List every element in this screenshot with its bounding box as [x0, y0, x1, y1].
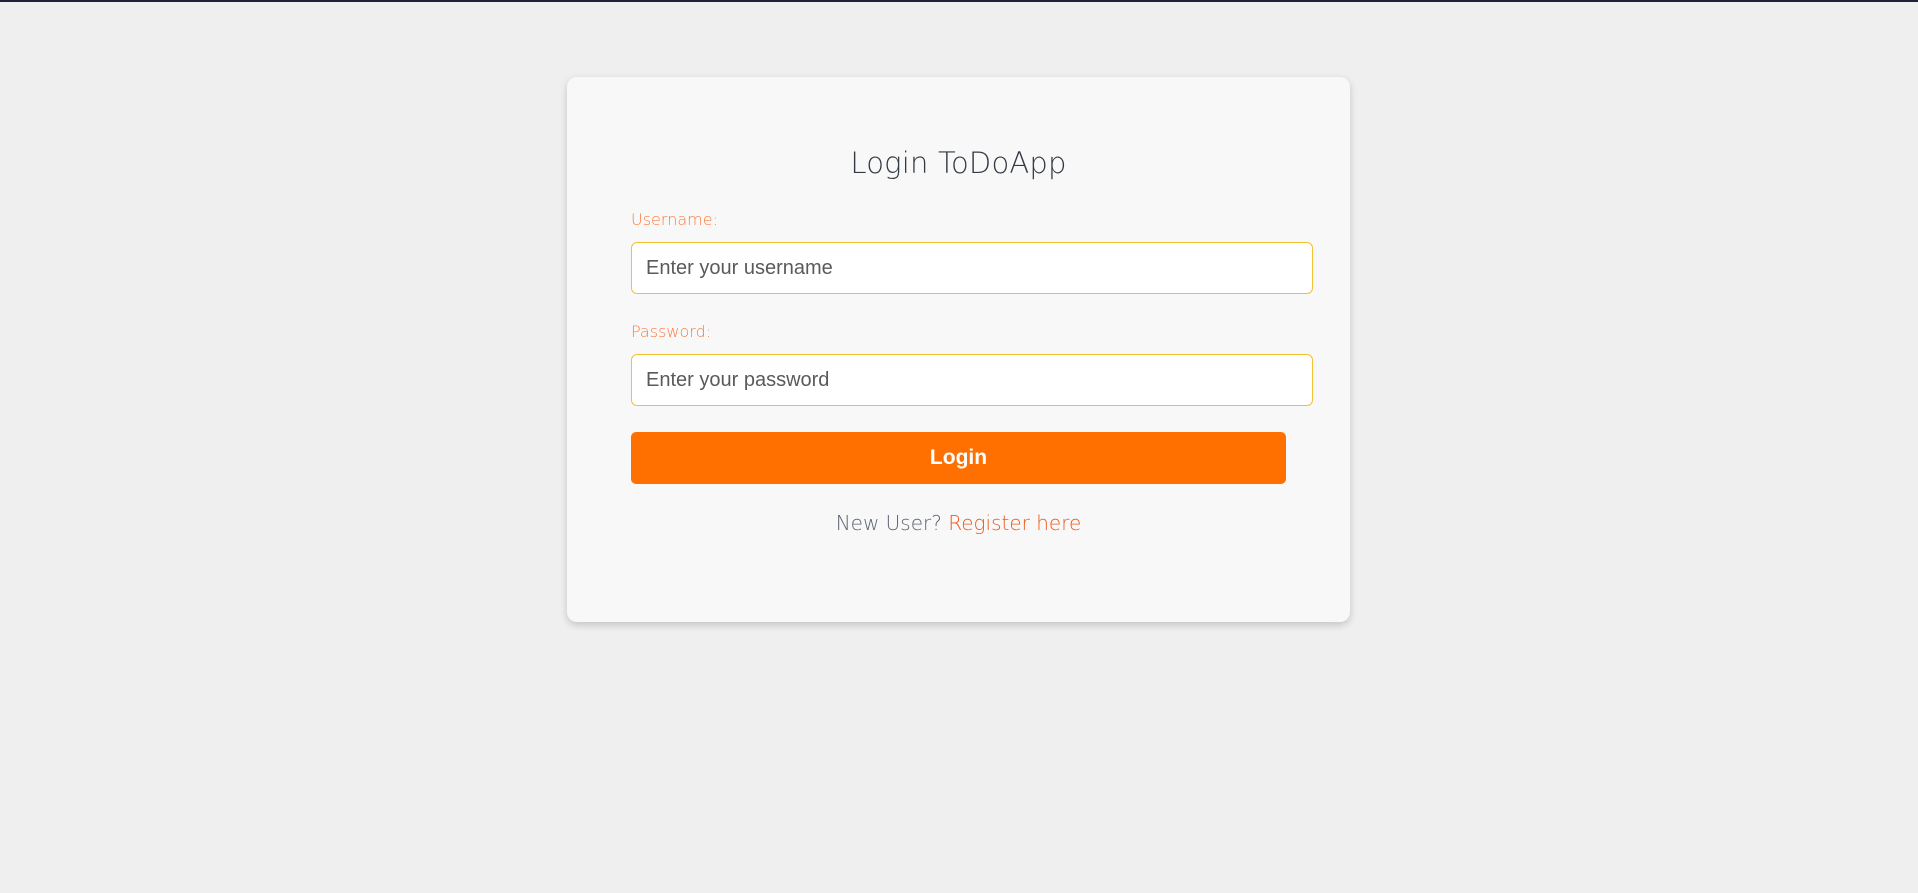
login-card: Login ToDoApp Username: Password: Login …: [567, 77, 1350, 622]
register-link[interactable]: Register here: [948, 511, 1081, 535]
new-user-text: New User?: [835, 511, 942, 535]
register-prompt: New User? Register here: [567, 508, 1350, 538]
username-input[interactable]: [631, 242, 1313, 294]
username-label: Username:: [631, 210, 718, 229]
top-window-edge: [0, 0, 1918, 2]
page-title: Login ToDoApp: [850, 146, 1067, 180]
login-button[interactable]: Login: [631, 432, 1286, 484]
password-input[interactable]: [631, 354, 1313, 406]
password-label: Password:: [631, 322, 712, 341]
